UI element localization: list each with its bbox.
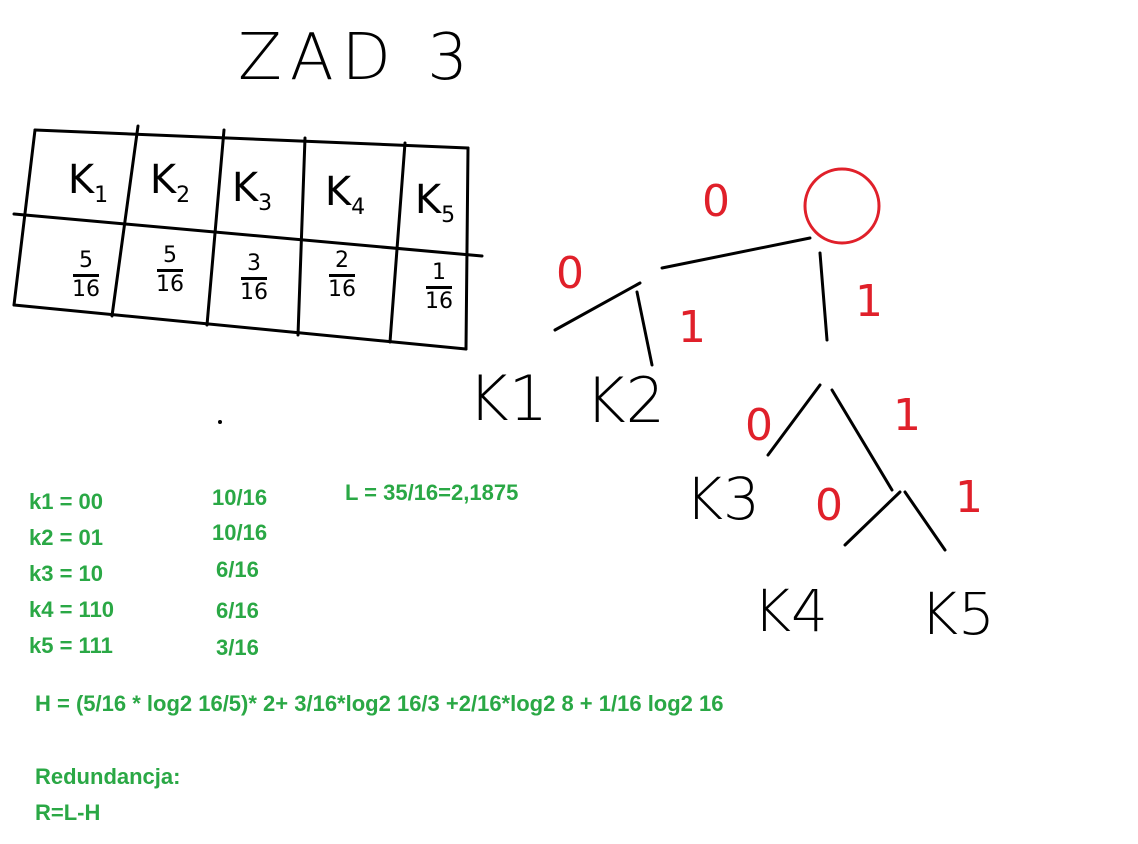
tree-edge-right-1 [830, 388, 894, 492]
edge-label-0-root-left: 0 [702, 176, 730, 227]
code-k1: k1 = 00 [29, 489, 104, 514]
tree-edge-left-k2 [635, 290, 654, 367]
table-header-k3: K3 [231, 165, 273, 216]
redundancy-label: Redundancja: [35, 764, 181, 789]
tree-edge-root-right [818, 251, 829, 342]
edge-label-0-k4: 0 [815, 480, 843, 531]
table-prob-k2: 5 16 [156, 243, 184, 297]
tree-edge-right-0 [766, 383, 822, 457]
table-right-border [464, 146, 470, 351]
edge-label-1-k5: 1 [955, 472, 983, 523]
redundancy-formula: R=L-H [35, 800, 101, 825]
edge-label-0-k3: 0 [745, 400, 773, 451]
table-col-divider-1 [110, 124, 140, 318]
tree-leaf-k2: K2 [585, 364, 666, 437]
table-top-border [33, 128, 470, 150]
code-k5: k5 = 111 [29, 633, 113, 658]
table-left-border [12, 128, 37, 307]
tree-leaf-k3: K3 [685, 465, 760, 533]
contrib-k5: 3/16 [216, 635, 259, 660]
table-bottom-border [12, 303, 468, 351]
entropy-formula: H = (5/16 * log2 16/5)* 2+ 3/16*log2 16/… [35, 691, 724, 716]
table-header-k2: K2 [149, 157, 191, 208]
dot-mark [218, 420, 222, 424]
contrib-k2: 10/16 [212, 520, 268, 545]
tree-leaf-k4: K4 [753, 577, 828, 645]
table-prob-k3: 3 16 [240, 251, 268, 305]
edge-label-1-root-right: 1 [855, 276, 883, 327]
root-node-circle [803, 167, 881, 245]
table-col-divider-2 [205, 128, 226, 327]
tree-leaf-k1: K1 [468, 362, 549, 435]
table-header-k5: K5 [414, 177, 456, 228]
average-length: L = 35/16=2,1875 [345, 480, 519, 505]
contrib-k1: 10/16 [212, 485, 268, 510]
drawing-canvas [12, 124, 947, 552]
table-header-k4: K4 [324, 169, 366, 220]
table-col-divider-3 [296, 136, 307, 337]
tree-edge-root-left [660, 236, 812, 270]
table-col-divider-4 [388, 141, 407, 344]
edge-label-0-k1: 0 [556, 248, 584, 299]
tree-edge-lower-0 [843, 490, 902, 547]
code-k2: k2 = 01 [29, 525, 104, 550]
edge-label-1-k2: 1 [678, 302, 706, 353]
contrib-k4: 6/16 [216, 598, 259, 623]
tree-edge-lower-1 [903, 490, 947, 552]
tree-leaf-k5: K5 [920, 580, 995, 648]
table-prob-k4: 2 16 [328, 248, 356, 302]
table-header-k1: K1 [67, 157, 109, 208]
table-prob-k1: 5 16 [72, 248, 100, 302]
code-k3: k3 = 10 [29, 561, 104, 586]
edge-label-1-right-subtree: 1 [893, 390, 921, 441]
contrib-k3: 6/16 [216, 557, 259, 582]
table-prob-k5: 1 16 [425, 260, 453, 314]
code-k4: k4 = 110 [29, 597, 115, 622]
